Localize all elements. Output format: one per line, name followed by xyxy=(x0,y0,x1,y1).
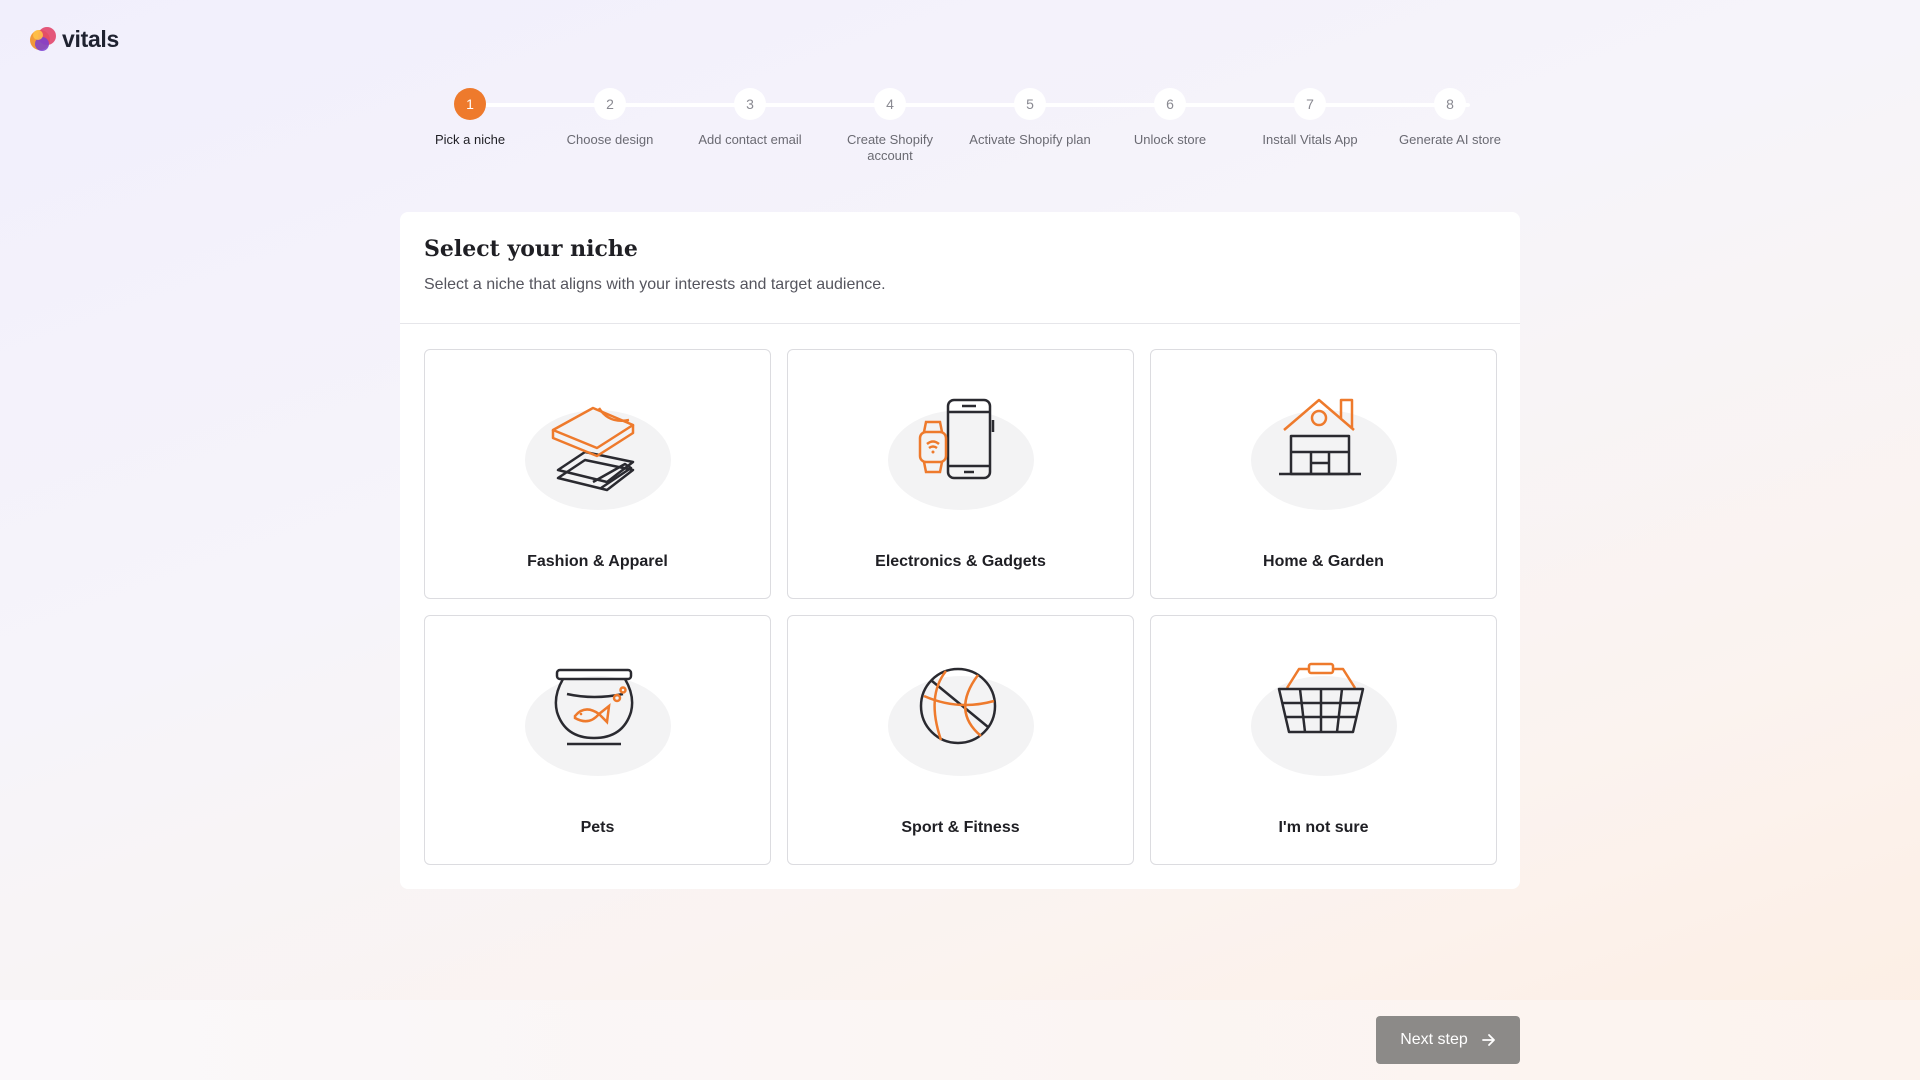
step-number: 1 xyxy=(454,88,486,120)
step-number: 2 xyxy=(594,88,626,120)
fishbowl-icon xyxy=(524,668,671,776)
step-number: 3 xyxy=(734,88,766,120)
arrow-right-icon xyxy=(1481,1034,1495,1046)
next-step-button[interactable]: Next step xyxy=(1376,1016,1520,1064)
niche-option-pets[interactable]: Pets xyxy=(424,615,771,865)
step-label: Install Vitals App xyxy=(1262,132,1358,147)
step-5[interactable]: 5 Activate Shopify plan xyxy=(960,88,1100,148)
step-4[interactable]: 4 Create Shopify account xyxy=(820,88,960,164)
niche-card: Select your niche Select a niche that al… xyxy=(400,212,1520,889)
step-7[interactable]: 7 Install Vitals App xyxy=(1240,88,1380,148)
progress-stepper: 1 Pick a niche 2 Choose design 3 Add con… xyxy=(400,88,1540,178)
vitals-logo-icon xyxy=(30,27,56,51)
step-1[interactable]: 1 Pick a niche xyxy=(400,88,540,148)
step-label: Create Shopify account xyxy=(847,132,933,163)
wallet-icon xyxy=(524,406,671,510)
step-2[interactable]: 2 Choose design xyxy=(540,88,680,148)
step-label: Add contact email xyxy=(698,132,802,147)
niche-option-electronics[interactable]: Electronics & Gadgets xyxy=(787,349,1134,599)
niche-option-sport[interactable]: Sport & Fitness xyxy=(787,615,1134,865)
step-6[interactable]: 6 Unlock store xyxy=(1100,88,1240,148)
niche-option-home[interactable]: Home & Garden xyxy=(1150,349,1497,599)
brand-name: vitals xyxy=(62,25,120,52)
phone-watch-icon xyxy=(887,398,1034,510)
step-number: 5 xyxy=(1014,88,1046,120)
card-header: Select your niche Select a niche that al… xyxy=(400,212,1520,324)
step-label: Choose design xyxy=(566,132,654,147)
step-label: Activate Shopify plan xyxy=(969,132,1091,147)
step-number: 8 xyxy=(1434,88,1466,120)
step-number: 6 xyxy=(1154,88,1186,120)
house-icon xyxy=(1250,398,1397,510)
niche-grid: Fashion & Apparel Electronics & Gadgets … xyxy=(424,349,1497,865)
niche-label: I'm not sure xyxy=(1278,819,1369,836)
step-number: 7 xyxy=(1294,88,1326,120)
step-label: Unlock store xyxy=(1133,132,1207,147)
next-step-label: Next step xyxy=(1400,1031,1468,1048)
brand-logo[interactable]: vitals xyxy=(28,24,119,54)
footer-bar: Next step xyxy=(0,1000,1920,1080)
basket-icon xyxy=(1250,662,1397,776)
step-8[interactable]: 8 Generate AI store xyxy=(1380,88,1520,148)
step-label: Pick a niche xyxy=(434,132,506,147)
step-label: Generate AI store xyxy=(1399,132,1501,147)
step-number: 4 xyxy=(874,88,906,120)
step-3[interactable]: 3 Add contact email xyxy=(680,88,820,148)
basketball-icon xyxy=(887,667,1034,776)
niche-label: Pets xyxy=(580,819,615,836)
niche-label: Home & Garden xyxy=(1263,553,1384,570)
niche-option-not-sure[interactable]: I'm not sure xyxy=(1150,615,1497,865)
page-subtitle: Select a niche that aligns with your int… xyxy=(424,276,886,293)
niche-option-fashion[interactable]: Fashion & Apparel xyxy=(424,349,771,599)
niche-label: Fashion & Apparel xyxy=(527,553,668,570)
niche-label: Sport & Fitness xyxy=(901,819,1020,836)
niche-label: Electronics & Gadgets xyxy=(875,553,1046,570)
page-title: Select your niche xyxy=(424,236,638,262)
